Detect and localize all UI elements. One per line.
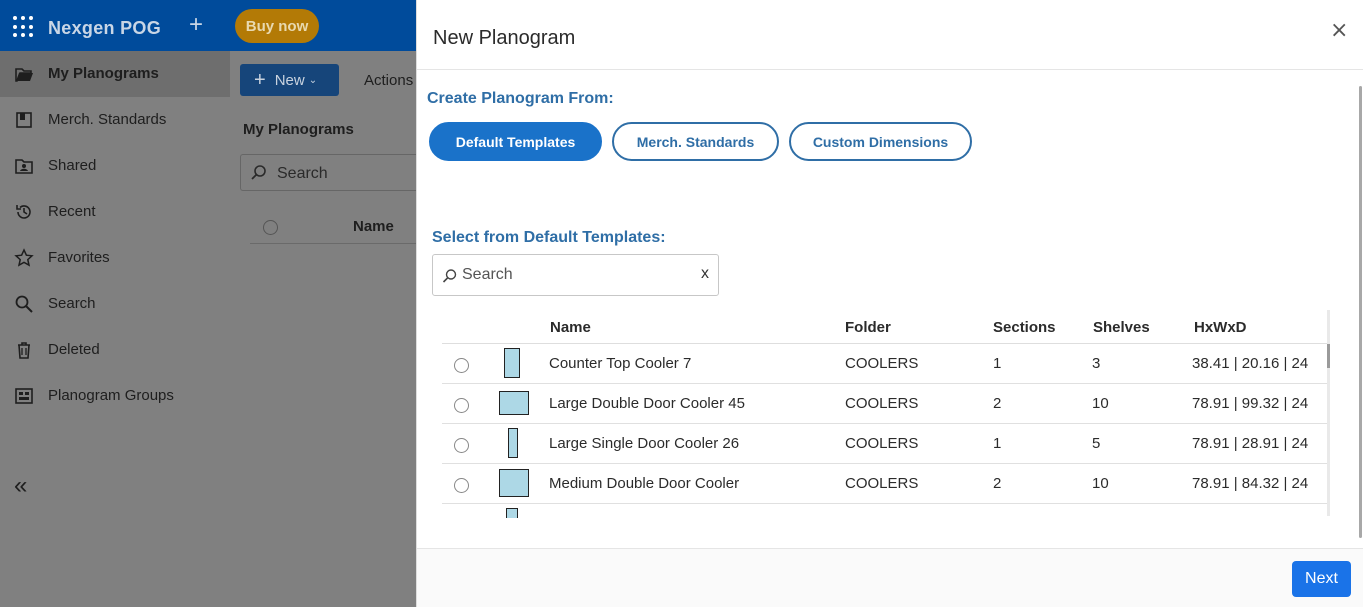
planogram-groups-icon: [15, 388, 33, 404]
template-shelves: 10: [1092, 475, 1109, 492]
sidebar-item-label: Merch. Standards: [48, 111, 167, 128]
template-thumbnail: [504, 348, 520, 378]
table-row[interactable]: Large Single Door Cooler 26 COOLERS 1 5 …: [442, 424, 1328, 464]
table-row[interactable]: Large Double Door Cooler 45 COOLERS 2 10…: [442, 384, 1328, 424]
history-icon: [16, 205, 31, 219]
template-dimensions: 78.91 | 28.91 | 24: [1192, 435, 1309, 452]
template-folder: COOLERS: [845, 395, 919, 412]
template-search-box: x: [432, 254, 719, 296]
table-scrollbar[interactable]: [1327, 310, 1330, 516]
template-thumbnail: [508, 428, 518, 458]
column-header-dimensions: HxWxD: [1194, 319, 1247, 336]
template-folder: COOLERS: [845, 475, 919, 492]
app-title: Nexgen POG: [48, 18, 162, 38]
trash-icon: [18, 342, 30, 359]
column-header-name: Name: [550, 319, 591, 336]
chevron-down-icon: ⌄: [308, 74, 318, 86]
template-thumbnail: [499, 391, 529, 415]
plus-icon: +: [254, 69, 266, 91]
row-radio[interactable]: [454, 358, 469, 373]
sidebar-item-my-planograms[interactable]: My Planograms: [0, 51, 230, 97]
sidebar-item-label: Favorites: [48, 249, 110, 266]
sidebar: My Planograms Merch. Standards Shared Re…: [0, 51, 230, 607]
folder-open-icon: [15, 68, 33, 82]
dialog-scrollbar[interactable]: [1359, 86, 1362, 538]
divider: [250, 243, 416, 244]
next-button[interactable]: Next: [1292, 561, 1351, 597]
sidebar-item-favorites[interactable]: Favorites: [0, 235, 230, 281]
sidebar-item-search[interactable]: Search: [0, 281, 230, 327]
buy-now-button[interactable]: Buy now: [235, 9, 319, 43]
templates-table: Name Folder Sections Shelves HxWxD Count…: [442, 310, 1330, 518]
sidebar-item-label: Shared: [48, 157, 97, 174]
template-sections: 2: [993, 475, 1002, 492]
template-shelves: 3: [1092, 355, 1101, 372]
template-name: Medium Double Door Cooler: [549, 475, 740, 492]
actions-menu[interactable]: Actions: [364, 72, 413, 89]
table-scroll-thumb[interactable]: [1327, 344, 1330, 368]
new-planogram-dialog: New Planogram × Create Planogram From: D…: [416, 0, 1363, 607]
dialog-footer: Next: [417, 548, 1363, 607]
search-placeholder: Search: [277, 165, 328, 182]
column-header-folder: Folder: [845, 319, 891, 336]
template-search-input[interactable]: [462, 263, 692, 287]
clear-search-button[interactable]: x: [701, 265, 709, 283]
star-icon: [14, 248, 34, 267]
select-templates-label: Select from Default Templates:: [432, 229, 666, 246]
tab-merch-standards[interactable]: Merch. Standards: [612, 122, 779, 161]
template-name: Large Single Door Cooler 26: [549, 435, 740, 452]
tab-custom-dimensions[interactable]: Custom Dimensions: [789, 122, 972, 161]
template-shelves: 5: [1092, 435, 1101, 452]
template-name: Large Double Door Cooler 45: [549, 395, 745, 412]
select-all-radio[interactable]: [263, 220, 278, 235]
sidebar-item-label: Search: [48, 295, 96, 312]
sidebar-item-merch-standards[interactable]: Merch. Standards: [0, 97, 230, 143]
table-row[interactable]: Medium Double Door Cooler COOLERS 2 10 7…: [442, 464, 1328, 504]
tab-default-templates[interactable]: Default Templates: [429, 122, 602, 161]
page-title: My Planograms: [243, 121, 354, 138]
template-sections: 2: [993, 395, 1002, 412]
new-button-label: New: [274, 71, 305, 89]
search-icon: [442, 269, 457, 283]
search-icon: [251, 165, 266, 180]
template-sections: 1: [993, 355, 1002, 372]
plus-icon[interactable]: +: [189, 12, 203, 38]
create-from-label: Create Planogram From:: [427, 90, 614, 107]
dialog-header: New Planogram ×: [417, 0, 1363, 70]
sidebar-item-planogram-groups[interactable]: Planogram Groups: [0, 373, 230, 419]
template-thumbnail: [506, 508, 518, 518]
double-chevron-left-icon[interactable]: «: [14, 474, 27, 498]
search-icon: [15, 295, 33, 313]
template-sections: 1: [993, 435, 1002, 452]
template-dimensions: 78.91 | 99.32 | 24: [1192, 395, 1309, 412]
shared-folder-icon: [15, 159, 33, 174]
template-dimensions: 78.91 | 84.32 | 24: [1192, 475, 1309, 492]
template-folder: COOLERS: [845, 435, 919, 452]
table-row[interactable]: Counter Top Cooler 7 COOLERS 1 3 38.41 |…: [442, 344, 1328, 384]
sidebar-item-label: Deleted: [48, 341, 100, 358]
new-button[interactable]: + New ⌄: [240, 64, 339, 96]
template-folder: COOLERS: [845, 355, 919, 372]
merch-standards-icon: [16, 112, 32, 128]
template-name: Counter Top Cooler 7: [549, 355, 692, 372]
row-radio[interactable]: [454, 398, 469, 413]
template-dimensions: 38.41 | 20.16 | 24: [1192, 355, 1309, 372]
template-shelves: 10: [1092, 395, 1109, 412]
sidebar-item-shared[interactable]: Shared: [0, 143, 230, 189]
column-header-shelves: Shelves: [1093, 319, 1150, 336]
sidebar-item-label: Recent: [48, 203, 96, 220]
dialog-title: New Planogram: [433, 27, 576, 49]
app-launcher-icon[interactable]: [13, 16, 35, 38]
sidebar-item-deleted[interactable]: Deleted: [0, 327, 230, 373]
row-radio[interactable]: [454, 478, 469, 493]
close-icon[interactable]: ×: [1330, 18, 1348, 43]
sidebar-item-label: My Planograms: [48, 65, 159, 82]
sidebar-item-recent[interactable]: Recent: [0, 189, 230, 235]
background-search-input[interactable]: Search: [240, 154, 430, 191]
template-thumbnail: [499, 469, 529, 497]
sidebar-item-label: Planogram Groups: [48, 387, 174, 404]
column-header-sections: Sections: [993, 319, 1056, 336]
row-radio[interactable]: [454, 438, 469, 453]
name-column-header: Name: [353, 218, 394, 235]
